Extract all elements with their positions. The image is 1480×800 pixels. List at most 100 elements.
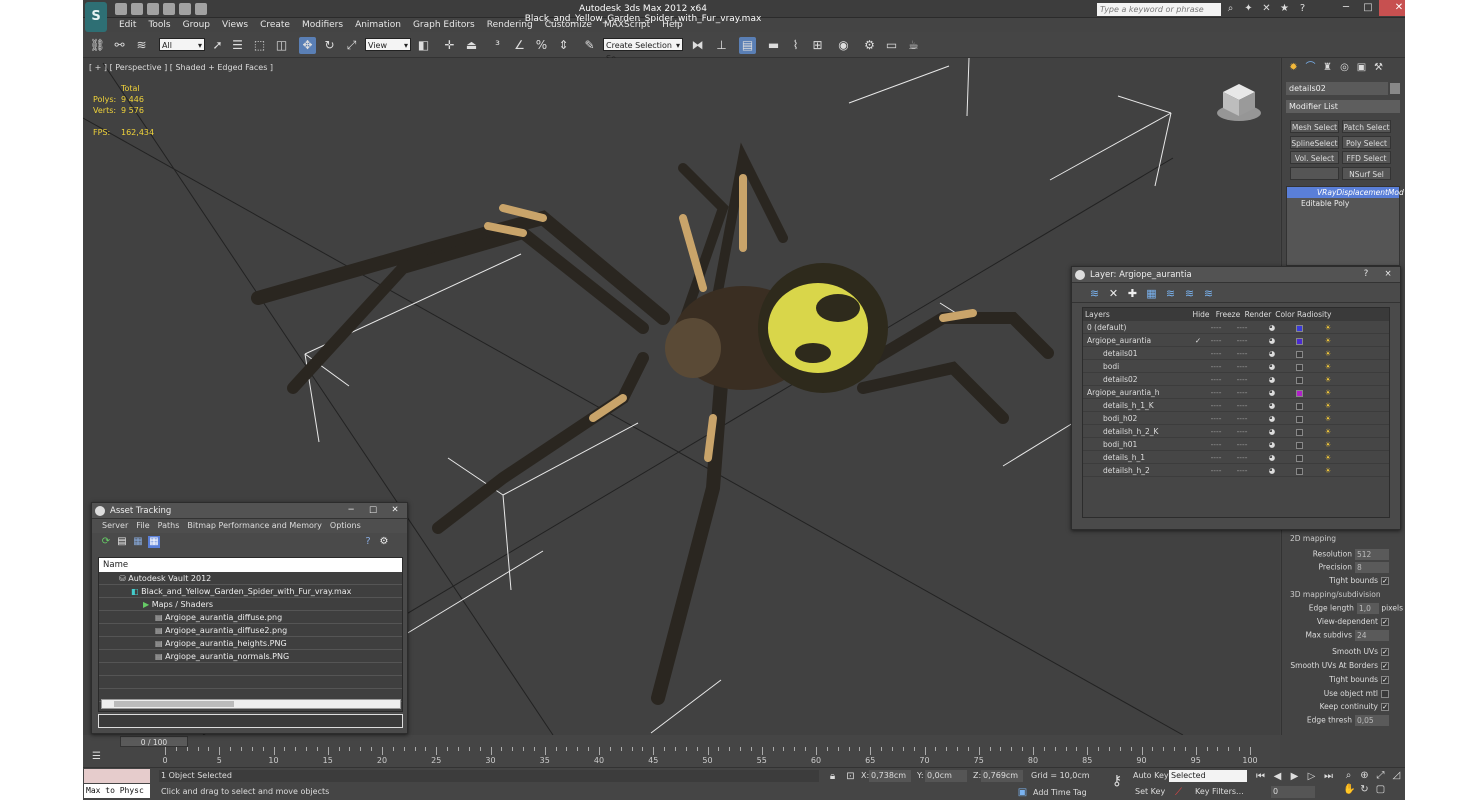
asset-item[interactable]: ◧ Black_and_Yellow_Garden_Spider_with_Fu… xyxy=(99,585,402,598)
col-layers[interactable]: Layers xyxy=(1083,308,1189,321)
help-icon[interactable]: ? xyxy=(1297,3,1308,14)
smooth-uvs-checkbox[interactable]: ✓ xyxy=(1381,648,1389,656)
menu-animation[interactable]: Animation xyxy=(349,18,407,32)
render-toggle-icon[interactable]: ◕ xyxy=(1257,438,1287,450)
keyboard-shortcut-icon[interactable]: ⏏ xyxy=(463,37,480,54)
radiosity-icon[interactable]: ☀ xyxy=(1311,399,1345,411)
asset-item[interactable]: ▤ Argiope_aurantia_diffuse.png xyxy=(99,611,402,624)
render-toggle-icon[interactable]: ◕ xyxy=(1257,451,1287,463)
z-coordinate-field[interactable]: 0,769cm xyxy=(981,770,1023,782)
tight-bounds2-checkbox[interactable]: ✓ xyxy=(1381,676,1389,684)
radiosity-icon[interactable]: ☀ xyxy=(1311,373,1345,385)
object-name-field[interactable]: details02 xyxy=(1286,82,1388,95)
orbit-icon[interactable]: ↻ xyxy=(1359,784,1370,795)
hide-toggle[interactable]: ---- xyxy=(1205,399,1227,411)
search-input[interactable]: Type a keyword or phrase xyxy=(1097,3,1221,16)
asset-menu-bitmap[interactable]: Bitmap Performance and Memory xyxy=(183,519,326,533)
col-freeze[interactable]: Freeze xyxy=(1213,308,1243,321)
radiosity-icon[interactable]: ☀ xyxy=(1311,438,1345,450)
active-layer-indicator[interactable] xyxy=(1191,347,1205,359)
asset-path-field[interactable] xyxy=(98,714,403,728)
delete-layer-icon[interactable]: ✕ xyxy=(1107,287,1120,300)
rect-selection-icon[interactable]: ⬚ xyxy=(251,37,268,54)
lock-selection-icon[interactable]: 🔒︎ xyxy=(827,771,838,782)
zoom-extents-icon[interactable]: ⤢ xyxy=(1375,770,1386,781)
stack-item-vray-displacement[interactable]: VRayDisplacementMod xyxy=(1287,187,1404,198)
time-slider[interactable]: 0 / 100 xyxy=(120,736,188,747)
table-view-icon[interactable]: ▦ xyxy=(148,536,160,548)
angle-snap-icon[interactable]: ∠ xyxy=(511,37,528,54)
key-icon[interactable]: ⚷ xyxy=(1107,774,1127,788)
menu-help[interactable]: Help xyxy=(656,18,689,32)
max-subdivs-spinner[interactable]: 24 xyxy=(1355,630,1389,641)
set-key-button[interactable]: Set Key xyxy=(1135,786,1165,798)
active-layer-indicator[interactable] xyxy=(1191,386,1205,398)
add-to-layer-icon[interactable]: ✚ xyxy=(1126,287,1139,300)
unlink-icon[interactable]: ⚯ xyxy=(111,37,128,54)
layer-name[interactable]: details_h_1 xyxy=(1083,451,1191,463)
display-tab-icon[interactable]: ▣ xyxy=(1356,62,1367,73)
create-layer-icon[interactable]: ≋ xyxy=(1088,287,1101,300)
curve-editor-icon[interactable]: ⌇ xyxy=(787,37,804,54)
layer-row[interactable]: bodi ---- ---- ◕ ☀ xyxy=(1083,360,1389,373)
layer-color-swatch[interactable] xyxy=(1287,464,1311,476)
freeze-toggle[interactable]: ---- xyxy=(1227,438,1257,450)
freeze-toggle[interactable]: ---- xyxy=(1227,334,1257,346)
col-radiosity[interactable]: Radiosity xyxy=(1297,308,1331,321)
mirror-icon[interactable]: ⧓ xyxy=(689,37,706,54)
layer-name[interactable]: bodi_h01 xyxy=(1083,438,1191,450)
layer-color-swatch[interactable] xyxy=(1287,347,1311,359)
subscription-icon[interactable]: ✦ xyxy=(1243,3,1254,14)
active-layer-indicator[interactable] xyxy=(1191,425,1205,437)
hide-toggle[interactable]: ---- xyxy=(1205,425,1227,437)
asset-item[interactable]: ▤ Argiope_aurantia_normals.PNG xyxy=(99,650,402,663)
move-icon[interactable]: ✥ xyxy=(299,37,316,54)
layer-name[interactable]: bodi xyxy=(1083,360,1191,372)
active-layer-indicator[interactable] xyxy=(1191,412,1205,424)
select-object-icon[interactable]: ➚ xyxy=(209,37,226,54)
view-dependent-checkbox[interactable]: ✓ xyxy=(1381,618,1389,626)
menu-views[interactable]: Views xyxy=(216,18,254,32)
timeline-ruler[interactable]: 0 5 10 15 20 25 30 35 40 45 50 55 60 65 70 75 80 85 90 95 10… xyxy=(162,747,1265,767)
render-toggle-icon[interactable]: ◕ xyxy=(1257,425,1287,437)
time-tag-icon[interactable]: ▣ xyxy=(1017,787,1028,798)
render-toggle-icon[interactable]: ◕ xyxy=(1257,334,1287,346)
radiosity-icon[interactable]: ☀ xyxy=(1311,451,1345,463)
freeze-toggle[interactable]: ---- xyxy=(1227,373,1257,385)
smooth-uvs-borders-checkbox[interactable]: ✓ xyxy=(1381,662,1389,670)
empty-modifier-button[interactable] xyxy=(1290,167,1339,180)
goto-end-icon[interactable]: ⏭ xyxy=(1323,771,1334,782)
hide-toggle[interactable]: ---- xyxy=(1205,464,1227,476)
edge-length-spinner[interactable]: 1,0 xyxy=(1356,603,1379,614)
material-editor-icon[interactable]: ◉ xyxy=(835,37,852,54)
asset-menu-server[interactable]: Server xyxy=(98,519,132,533)
section-2d-mapping[interactable]: 2D mapping xyxy=(1290,534,1336,543)
nsurf-select-button[interactable]: NSurf Sel xyxy=(1342,167,1391,180)
communication-icon[interactable]: ✕ xyxy=(1261,3,1272,14)
layer-name[interactable]: detailsh_h_2_K xyxy=(1083,425,1191,437)
redo-icon[interactable] xyxy=(179,3,191,15)
layer-color-swatch[interactable] xyxy=(1287,451,1311,463)
active-layer-indicator[interactable] xyxy=(1191,464,1205,476)
script-listener-output[interactable]: Max to Physc xyxy=(84,784,150,798)
edit-named-sets-icon[interactable]: ✎ xyxy=(581,37,598,54)
layer-help-button[interactable]: ? xyxy=(1356,267,1376,281)
layer-manager-icon[interactable]: ▤ xyxy=(739,37,756,54)
col-hide[interactable]: Hide xyxy=(1189,308,1213,321)
hide-toggle[interactable]: ---- xyxy=(1205,386,1227,398)
stack-item-editable-poly[interactable]: Editable Poly xyxy=(1287,198,1399,209)
layer-name[interactable]: 0 (default) xyxy=(1083,321,1191,333)
menu-tools[interactable]: Tools xyxy=(142,18,176,32)
select-by-name-icon[interactable]: ☰ xyxy=(229,37,246,54)
x-coordinate-field[interactable]: 0,738cm xyxy=(869,770,911,782)
keep-continuity-checkbox[interactable]: ✓ xyxy=(1381,703,1389,711)
asset-help-icon[interactable]: ? xyxy=(362,536,374,548)
asset-close-button[interactable]: ✕ xyxy=(385,503,405,517)
active-layer-indicator[interactable] xyxy=(1191,321,1205,333)
previous-frame-icon[interactable]: ◀ xyxy=(1272,771,1283,782)
rendered-frame-icon[interactable]: ▭ xyxy=(883,37,900,54)
layer-window-titlebar[interactable]: Layer: Argiope_aurantia ? × xyxy=(1072,267,1400,283)
object-color-swatch[interactable] xyxy=(1390,83,1400,94)
app-logo-button[interactable]: S xyxy=(85,2,107,32)
layer-name[interactable]: Argiope_aurantia xyxy=(1083,334,1191,346)
